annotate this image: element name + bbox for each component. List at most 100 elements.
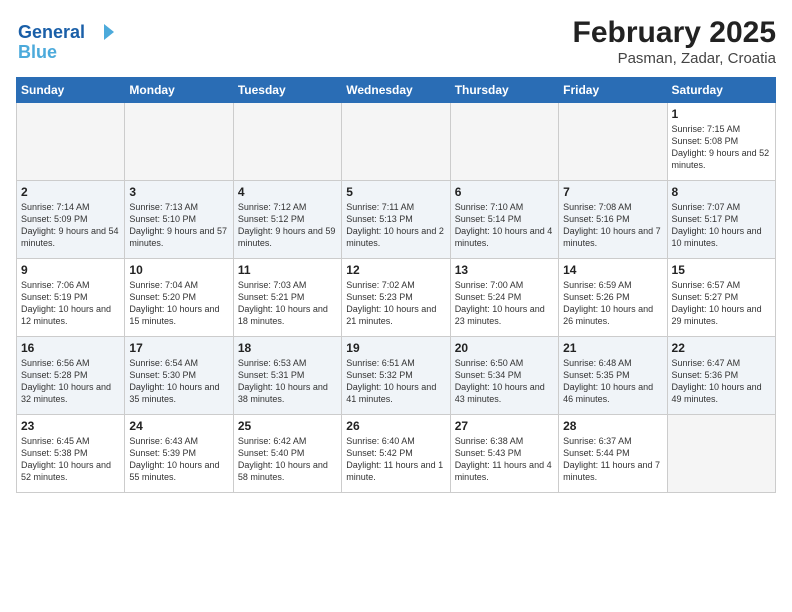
- day-number: 5: [346, 185, 445, 199]
- day-cell: [450, 103, 558, 181]
- day-number: 2: [21, 185, 120, 199]
- header-row: Sunday Monday Tuesday Wednesday Thursday…: [17, 78, 776, 103]
- title-block: February 2025 Pasman, Zadar, Croatia: [573, 16, 776, 67]
- day-info: Sunrise: 7:11 AMSunset: 5:13 PMDaylight:…: [346, 201, 445, 250]
- day-cell: 13Sunrise: 7:00 AMSunset: 5:24 PMDayligh…: [450, 259, 558, 337]
- calendar-subtitle: Pasman, Zadar, Croatia: [573, 50, 776, 67]
- day-cell: 28 Sunrise: 6:37 AMSunset: 5:44 PMDayligh…: [559, 415, 667, 493]
- day-cell: [233, 103, 341, 181]
- day-info: Sunrise: 6:43 AMSunset: 5:39 PMDaylight:…: [129, 435, 228, 484]
- logo-svg: General Blue: [16, 16, 126, 64]
- day-cell: 18Sunrise: 6:53 AMSunset: 5:31 PMDayligh…: [233, 337, 341, 415]
- day-number: 11: [238, 263, 337, 277]
- day-cell: 6 Sunrise: 7:10 AMSunset: 5:14 PMDaylight…: [450, 181, 558, 259]
- day-number: 23: [21, 419, 120, 433]
- day-number: 9: [21, 263, 120, 277]
- day-cell: 16 Sunrise: 6:56 AMSunset: 5:28 PMDayligh…: [17, 337, 125, 415]
- day-info: Sunrise: 6:45 AMSunset: 5:38 PMDaylight:…: [21, 435, 120, 484]
- day-info: Sunrise: 6:40 AMSunset: 5:42 PMDaylight:…: [346, 435, 445, 484]
- col-saturday: Saturday: [667, 78, 775, 103]
- day-cell: 21 Sunrise: 6:48 AMSunset: 5:35 PMDayligh…: [559, 337, 667, 415]
- day-cell: [667, 415, 775, 493]
- day-info: Sunrise: 7:08 AMSunset: 5:16 PMDaylight:…: [563, 201, 662, 250]
- day-cell: 14 Sunrise: 6:59 AMSunset: 5:26 PMDayligh…: [559, 259, 667, 337]
- day-cell: 24 Sunrise: 6:43 AMSunset: 5:39 PMDayligh…: [125, 415, 233, 493]
- day-info: Sunrise: 6:57 AMSunset: 5:27 PMDaylight:…: [672, 279, 771, 328]
- calendar-table: Sunday Monday Tuesday Wednesday Thursday…: [16, 77, 776, 493]
- day-number: 20: [455, 341, 554, 355]
- day-cell: 22 Sunrise: 6:47 AMSunset: 5:36 PMDayligh…: [667, 337, 775, 415]
- day-info: Sunrise: 7:07 AMSunset: 5:17 PMDaylight:…: [672, 201, 771, 250]
- day-number: 28: [563, 419, 662, 433]
- day-number: 14: [563, 263, 662, 277]
- day-info: Sunrise: 7:10 AMSunset: 5:14 PMDaylight:…: [455, 201, 554, 250]
- day-info: Sunrise: 7:04 AMSunset: 5:20 PMDaylight:…: [129, 279, 228, 328]
- day-cell: 10 Sunrise: 7:04 AMSunset: 5:20 PMDayligh…: [125, 259, 233, 337]
- day-cell: 11 Sunrise: 7:03 AMSunset: 5:21 PMDayligh…: [233, 259, 341, 337]
- day-cell: [125, 103, 233, 181]
- day-info: Sunrise: 6:37 AMSunset: 5:44 PMDaylight:…: [563, 435, 662, 484]
- day-info: Sunrise: 7:13 AMSunset: 5:10 PMDaylight:…: [129, 201, 228, 250]
- day-info: Sunrise: 6:38 AMSunset: 5:43 PMDaylight:…: [455, 435, 554, 484]
- calendar-title: February 2025: [573, 16, 776, 50]
- day-info: Sunrise: 6:59 AMSunset: 5:26 PMDaylight:…: [563, 279, 662, 328]
- day-number: 25: [238, 419, 337, 433]
- day-cell: [559, 103, 667, 181]
- day-number: 7: [563, 185, 662, 199]
- day-cell: 7 Sunrise: 7:08 AMSunset: 5:16 PMDaylight…: [559, 181, 667, 259]
- day-info: Sunrise: 6:48 AMSunset: 5:35 PMDaylight:…: [563, 357, 662, 406]
- day-cell: 2 Sunrise: 7:14 AMSunset: 5:09 PMDaylight…: [17, 181, 125, 259]
- day-number: 21: [563, 341, 662, 355]
- header: General Blue February 2025 Pasman, Zadar…: [16, 16, 776, 67]
- day-cell: [342, 103, 450, 181]
- col-monday: Monday: [125, 78, 233, 103]
- day-number: 1: [672, 107, 771, 121]
- day-number: 16: [21, 341, 120, 355]
- week-row-3: 9 Sunrise: 7:06 AMSunset: 5:19 PMDaylight…: [17, 259, 776, 337]
- week-row-2: 2 Sunrise: 7:14 AMSunset: 5:09 PMDaylight…: [17, 181, 776, 259]
- day-info: Sunrise: 6:42 AMSunset: 5:40 PMDaylight:…: [238, 435, 337, 484]
- day-info: Sunrise: 6:51 AMSunset: 5:32 PMDaylight:…: [346, 357, 445, 406]
- svg-text:Blue: Blue: [18, 42, 57, 62]
- day-cell: 15 Sunrise: 6:57 AMSunset: 5:27 PMDayligh…: [667, 259, 775, 337]
- day-cell: 23 Sunrise: 6:45 AMSunset: 5:38 PMDayligh…: [17, 415, 125, 493]
- day-number: 15: [672, 263, 771, 277]
- day-cell: [17, 103, 125, 181]
- day-info: Sunrise: 7:15 AMSunset: 5:08 PMDaylight:…: [672, 123, 771, 172]
- day-cell: 27Sunrise: 6:38 AMSunset: 5:43 PMDayligh…: [450, 415, 558, 493]
- day-number: 24: [129, 419, 228, 433]
- week-row-1: 1 Sunrise: 7:15 AMSunset: 5:08 PMDaylight…: [17, 103, 776, 181]
- day-info: Sunrise: 6:56 AMSunset: 5:28 PMDaylight:…: [21, 357, 120, 406]
- day-number: 8: [672, 185, 771, 199]
- day-number: 6: [455, 185, 554, 199]
- day-info: Sunrise: 7:03 AMSunset: 5:21 PMDaylight:…: [238, 279, 337, 328]
- day-number: 12: [346, 263, 445, 277]
- day-info: Sunrise: 7:00 AMSunset: 5:24 PMDaylight:…: [455, 279, 554, 328]
- svg-text:General: General: [18, 22, 85, 42]
- col-tuesday: Tuesday: [233, 78, 341, 103]
- day-info: Sunrise: 7:14 AMSunset: 5:09 PMDaylight:…: [21, 201, 120, 250]
- day-number: 18: [238, 341, 337, 355]
- day-info: Sunrise: 6:47 AMSunset: 5:36 PMDaylight:…: [672, 357, 771, 406]
- col-friday: Friday: [559, 78, 667, 103]
- day-info: Sunrise: 6:50 AMSunset: 5:34 PMDaylight:…: [455, 357, 554, 406]
- day-cell: 9 Sunrise: 7:06 AMSunset: 5:19 PMDaylight…: [17, 259, 125, 337]
- day-info: Sunrise: 7:12 AMSunset: 5:12 PMDaylight:…: [238, 201, 337, 250]
- day-number: 22: [672, 341, 771, 355]
- day-cell: 12Sunrise: 7:02 AMSunset: 5:23 PMDayligh…: [342, 259, 450, 337]
- day-info: Sunrise: 7:06 AMSunset: 5:19 PMDaylight:…: [21, 279, 120, 328]
- col-sunday: Sunday: [17, 78, 125, 103]
- day-cell: 8 Sunrise: 7:07 AMSunset: 5:17 PMDaylight…: [667, 181, 775, 259]
- day-cell: 17 Sunrise: 6:54 AMSunset: 5:30 PMDayligh…: [125, 337, 233, 415]
- day-info: Sunrise: 6:54 AMSunset: 5:30 PMDaylight:…: [129, 357, 228, 406]
- day-number: 10: [129, 263, 228, 277]
- week-row-4: 16 Sunrise: 6:56 AMSunset: 5:28 PMDayligh…: [17, 337, 776, 415]
- day-number: 17: [129, 341, 228, 355]
- day-cell: 20 Sunrise: 6:50 AMSunset: 5:34 PMDayligh…: [450, 337, 558, 415]
- day-cell: 1 Sunrise: 7:15 AMSunset: 5:08 PMDaylight…: [667, 103, 775, 181]
- col-wednesday: Wednesday: [342, 78, 450, 103]
- page-container: General Blue February 2025 Pasman, Zadar…: [0, 0, 792, 501]
- day-cell: 19Sunrise: 6:51 AMSunset: 5:32 PMDayligh…: [342, 337, 450, 415]
- day-cell: 26Sunrise: 6:40 AMSunset: 5:42 PMDayligh…: [342, 415, 450, 493]
- day-cell: 4Sunrise: 7:12 AMSunset: 5:12 PMDaylight…: [233, 181, 341, 259]
